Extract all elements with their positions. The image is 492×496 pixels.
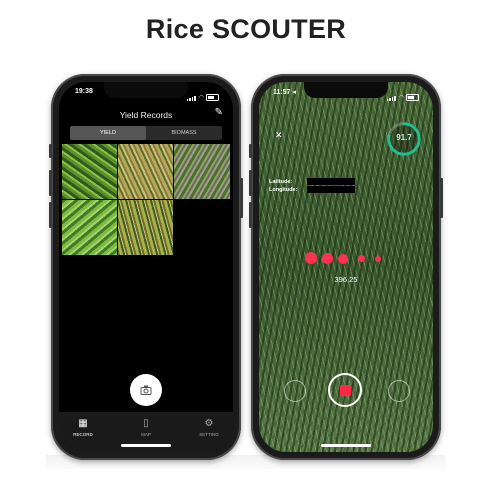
tab-record[interactable]: ▦ RECORD (63, 418, 103, 437)
segment-yield[interactable]: YIELD (70, 126, 146, 140)
signal-icon (386, 88, 397, 106)
grid-icon: ▦ (78, 418, 88, 429)
right-screen: 11:57 ◂ ◠ ✕ 91.7 Latitude: Longitude: 39… (259, 82, 433, 452)
latitude-label: Latitude: (269, 179, 293, 185)
tab-map[interactable]: ▯ MAP (126, 418, 166, 437)
volume-up-button (49, 170, 52, 196)
indicator-dot (322, 252, 333, 264)
record-thumbnail[interactable] (62, 144, 117, 199)
reading-value: 396.25 (334, 275, 358, 284)
battery-icon (406, 93, 419, 101)
status-icons: ◠ (186, 88, 219, 106)
longitude-redacted (307, 186, 355, 193)
camera-button[interactable] (130, 374, 162, 406)
tab-label: RECORD (73, 432, 93, 437)
phone-left: 19:38 ◠ Yield Records ✎ YIELD BIOMASS ▦ (49, 74, 243, 460)
left-screen: 19:38 ◠ Yield Records ✎ YIELD BIOMASS ▦ (59, 82, 233, 452)
power-button (440, 178, 443, 218)
camera-icon (140, 385, 152, 395)
stop-icon (339, 384, 351, 396)
tab-setting[interactable]: ⚙ SETTING (189, 418, 229, 437)
close-icon[interactable]: ✕ (275, 130, 283, 141)
segment-biomass[interactable]: BIOMASS (146, 126, 222, 140)
indicator-dot (305, 252, 317, 264)
record-thumbnail[interactable] (118, 144, 173, 199)
home-indicator[interactable] (121, 444, 171, 447)
longitude-label: Longitude: (269, 187, 298, 193)
volume-down-button (49, 202, 52, 228)
signal-icon (186, 88, 197, 106)
indicator-dot (375, 255, 381, 262)
gauge-value: 91.7 (396, 133, 412, 142)
phone-right: 11:57 ◂ ◠ ✕ 91.7 Latitude: Longitude: 39… (249, 74, 443, 460)
segmented-control: YIELD BIOMASS (70, 126, 222, 140)
volume-down-button (249, 202, 252, 228)
volume-up-button (249, 170, 252, 196)
indicator-dot (358, 255, 365, 262)
map-icon: ▯ (143, 418, 149, 429)
mute-switch (249, 144, 252, 158)
battery-icon (206, 93, 219, 101)
pencil-icon[interactable]: ✎ (215, 107, 223, 118)
power-button (240, 178, 243, 218)
mute-switch (49, 144, 52, 158)
wifi-icon: ◠ (398, 94, 404, 101)
record-thumbnail[interactable] (118, 200, 173, 255)
coordinates-panel: Latitude: Longitude: (269, 178, 297, 194)
tab-label: MAP (141, 432, 151, 437)
status-icons: ◠ (386, 88, 419, 106)
latitude-redacted (307, 178, 355, 185)
notch (304, 82, 388, 98)
notch (104, 82, 188, 98)
page-title: Rice SCOUTER (145, 14, 347, 44)
status-time: 19:38 (75, 88, 93, 95)
indicator-dot (338, 253, 348, 264)
tab-label: SETTING (199, 432, 219, 437)
wifi-icon: ◠ (198, 94, 204, 101)
left-control-button[interactable] (284, 380, 306, 402)
record-thumbnail[interactable] (174, 144, 230, 199)
header-title: Yield Records (119, 110, 173, 120)
record-button[interactable] (328, 373, 362, 407)
right-control-button[interactable] (388, 380, 410, 402)
status-time: 11:57 ◂ (273, 89, 296, 96)
gear-icon: ⚙ (204, 418, 214, 429)
home-indicator[interactable] (321, 444, 371, 447)
record-thumbnail[interactable] (62, 200, 117, 255)
